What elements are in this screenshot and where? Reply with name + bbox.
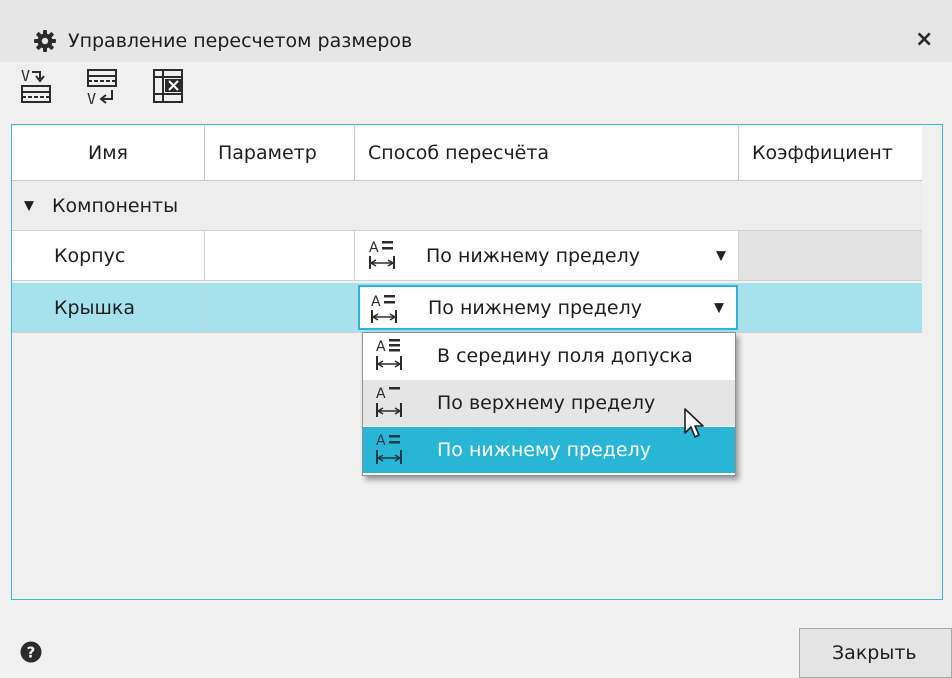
- table-recalc-back-icon[interactable]: V: [86, 66, 120, 108]
- recalc-to-table-icon[interactable]: V: [20, 66, 54, 106]
- table-delete-icon[interactable]: [152, 66, 186, 106]
- chevron-down-icon: ▼: [714, 300, 724, 315]
- tolerance-middle-icon: A: [375, 337, 415, 378]
- toolbar: V V: [0, 62, 952, 116]
- mouse-pointer-icon: [683, 407, 707, 446]
- table-row[interactable]: Корпус A По нижнему пределу ▼: [12, 231, 922, 281]
- option-middle-tolerance[interactable]: A В середину поля допуска: [363, 333, 735, 379]
- column-header-parameter[interactable]: Параметр: [205, 126, 355, 180]
- window-title: Управление пересчетом размеров: [68, 30, 413, 52]
- svg-text:A: A: [376, 433, 386, 449]
- svg-text:V: V: [21, 67, 30, 85]
- chevron-down-icon: ▼: [716, 248, 726, 263]
- row-coefficient[interactable]: [739, 283, 922, 332]
- method-dropdown-list: A В середину поля допуска A По верхнему …: [362, 332, 736, 476]
- expand-triangle-icon[interactable]: ▼: [24, 198, 34, 213]
- tolerance-upper-icon: A: [375, 384, 415, 425]
- group-row[interactable]: ▼ Компоненты: [12, 181, 922, 231]
- option-upper-limit[interactable]: A По верхнему пределу: [363, 380, 735, 426]
- row-name: Крышка: [54, 296, 136, 319]
- tolerance-lower-icon: A: [370, 293, 410, 330]
- gear-icon: [34, 30, 56, 57]
- svg-text:A: A: [376, 339, 386, 355]
- row-parameter: [205, 231, 355, 280]
- svg-text:V: V: [87, 90, 96, 108]
- title-bar: Управление пересчетом размеров ×: [0, 0, 952, 62]
- svg-text:A: A: [376, 386, 386, 402]
- close-icon[interactable]: ×: [915, 27, 933, 52]
- svg-text:A: A: [369, 240, 379, 256]
- column-header-coefficient[interactable]: Коэффициент: [739, 126, 922, 180]
- method-value: По нижнему пределу: [428, 296, 642, 319]
- method-select[interactable]: A По нижнему пределу ▼: [358, 233, 738, 278]
- column-header-method[interactable]: Способ пересчёта: [355, 126, 739, 180]
- option-lower-limit[interactable]: A По нижнему пределу: [363, 427, 735, 473]
- tolerance-lower-icon: A: [368, 239, 408, 276]
- row-coefficient[interactable]: [739, 231, 922, 280]
- method-select-active[interactable]: A По нижнему пределу ▼: [358, 285, 738, 330]
- column-header-name[interactable]: Имя: [12, 126, 205, 180]
- group-label: Компоненты: [52, 194, 179, 217]
- row-name: Корпус: [54, 244, 126, 267]
- tolerance-lower-icon: A: [375, 431, 415, 472]
- svg-text:A: A: [371, 294, 381, 310]
- table-row-selected[interactable]: Крышка A По нижнему пределу ▼: [12, 283, 922, 333]
- method-value: По нижнему пределу: [426, 244, 640, 267]
- svg-text:?: ?: [27, 644, 36, 662]
- close-button[interactable]: Закрыть: [799, 628, 952, 678]
- table-header: Имя Параметр Способ пересчёта Коэффициен…: [12, 126, 922, 181]
- row-parameter: [205, 283, 355, 332]
- help-icon[interactable]: ?: [20, 641, 42, 668]
